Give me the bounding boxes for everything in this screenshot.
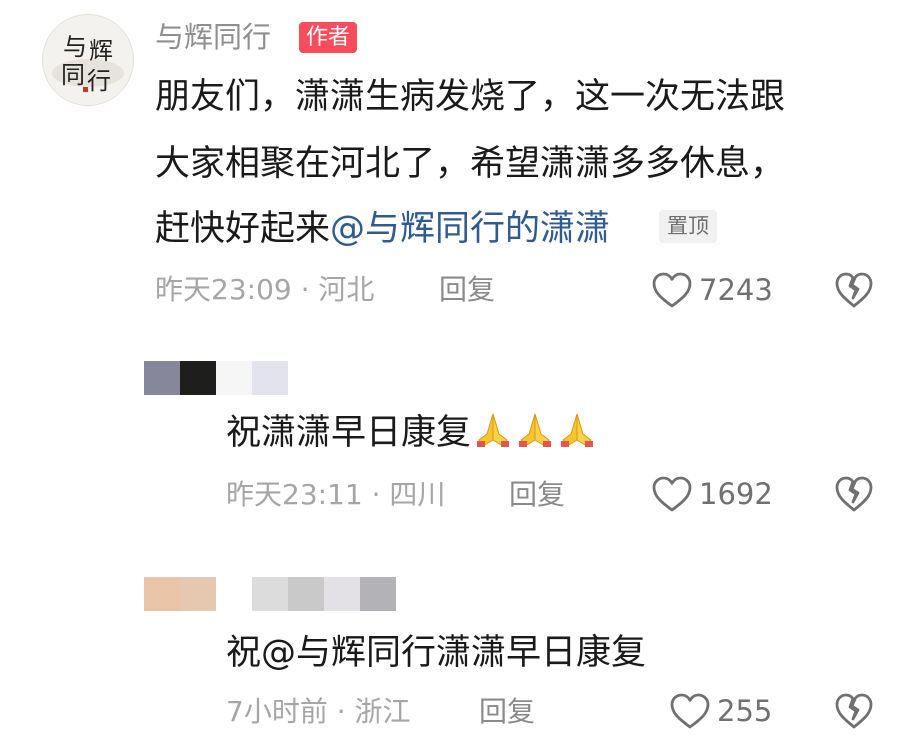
author-avatar[interactable]: 与 辉 同 行 <box>42 14 134 106</box>
redacted-username[interactable] <box>144 577 404 611</box>
comment-text-line-3: 赶快好起来@与辉同行的潇潇 <box>155 205 610 253</box>
pinned-badge: 置顶 <box>659 210 717 243</box>
redaction-block <box>360 577 396 611</box>
reply-1-text-content: 祝潇潇早日康复 <box>226 413 472 453</box>
avatar-char-2: 辉 <box>89 37 113 65</box>
heart-icon <box>652 476 692 512</box>
redaction-block <box>144 577 180 611</box>
redaction-block <box>216 361 252 395</box>
heart-icon <box>670 693 710 729</box>
reply-1-text: 祝潇潇早日康复 <box>226 410 597 456</box>
folded-hands-icon <box>519 413 552 447</box>
comment-text-segment: 赶快好起来 <box>155 209 331 249</box>
redaction-block <box>252 577 288 611</box>
redaction-block <box>180 361 216 395</box>
comment-text-line-1: 朋友们，潇潇生病发烧了，这一次无法跟 <box>155 77 786 117</box>
comment-text-line-2: 大家相聚在河北了，希望潇潇多多休息， <box>155 144 786 184</box>
like-count: 7243 <box>699 273 773 307</box>
redaction-block <box>288 577 324 611</box>
folded-hands-icon <box>477 413 510 447</box>
dislike-icon[interactable] <box>834 271 874 309</box>
dislike-icon[interactable] <box>834 692 874 730</box>
redaction-block <box>180 577 216 611</box>
like-count: 255 <box>717 694 773 728</box>
comment-time-location: 昨天23:09 · 河北 <box>155 273 375 306</box>
avatar-char-3: 同 <box>61 61 85 89</box>
redacted-username[interactable] <box>144 361 292 395</box>
reply-2-time-location: 7小时前 · 浙江 <box>226 695 411 728</box>
folded-hands-icon <box>561 413 594 447</box>
redaction-block <box>324 577 360 611</box>
author-name[interactable]: 与辉同行 <box>155 18 271 56</box>
reply-1-time-location: 昨天23:11 · 四川 <box>226 478 446 511</box>
reply-1-reply-button[interactable]: 回复 <box>509 477 565 513</box>
author-badge: 作者 <box>299 22 358 53</box>
reply-1-like-button[interactable]: 1692 <box>651 475 773 513</box>
dislike-icon[interactable] <box>834 475 874 513</box>
reply-2-reply-button[interactable]: 回复 <box>479 694 535 730</box>
avatar-char-4: 行 <box>87 67 111 95</box>
reply-2-text: 祝@与辉同行潇潇早日康复 <box>226 633 647 673</box>
redaction-block <box>252 361 288 395</box>
like-count: 1692 <box>699 477 773 511</box>
redaction-block <box>144 361 180 395</box>
reply-2-like-button[interactable]: 255 <box>669 692 772 730</box>
mention-link[interactable]: @与辉同行的潇潇 <box>330 209 610 249</box>
reply-button[interactable]: 回复 <box>439 272 495 308</box>
heart-icon <box>652 272 692 308</box>
like-button[interactable]: 7243 <box>651 271 773 309</box>
avatar-char-1: 与 <box>63 33 87 61</box>
